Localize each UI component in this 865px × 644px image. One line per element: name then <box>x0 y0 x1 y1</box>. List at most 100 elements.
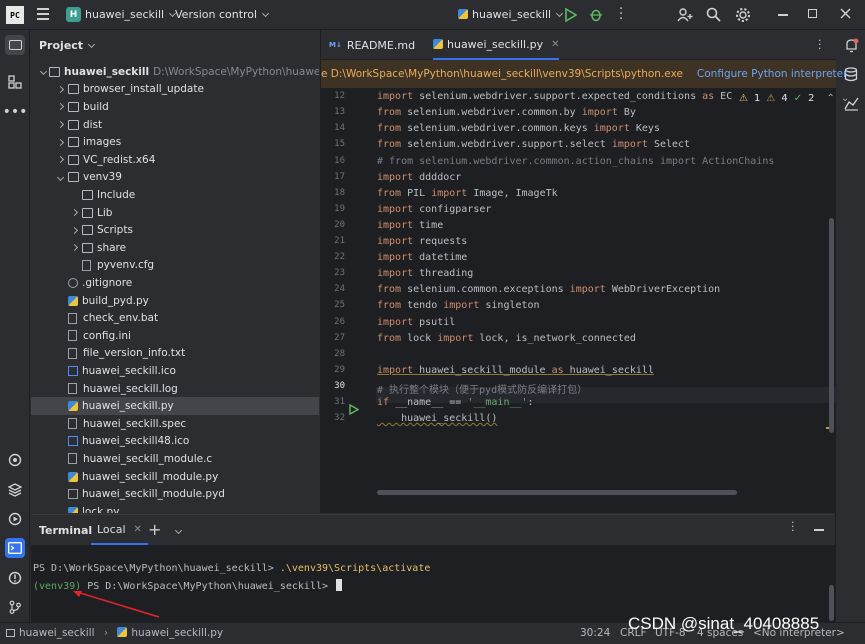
chevron-right-icon[interactable] <box>69 225 79 235</box>
code-line[interactable]: from lock import lock, is_network_connec… <box>377 333 636 344</box>
run-gutter-icon[interactable] <box>349 404 359 415</box>
code-line[interactable]: import time <box>377 220 443 231</box>
tree-item[interactable]: huawei_seckill_module.py <box>31 468 319 486</box>
debug-icon[interactable] <box>589 7 603 22</box>
code-line[interactable]: import requests <box>377 236 467 247</box>
tab-huawei-seckill-py[interactable]: huawei_seckill.py ✕ <box>433 30 560 60</box>
code-line[interactable]: # 执行整个模块（便于pyd模式防反编译打包） <box>377 381 587 396</box>
add-user-icon[interactable] <box>677 7 693 23</box>
code-line[interactable]: from PIL import Image, ImageTk <box>377 188 558 199</box>
line-number[interactable]: 12 <box>321 91 345 101</box>
line-number[interactable]: 13 <box>321 107 345 117</box>
maximize-icon[interactable] <box>808 9 817 18</box>
chevron-down-icon[interactable] <box>41 67 46 77</box>
tree-item[interactable]: huawei_seckill_module.pyd <box>31 485 319 503</box>
problems-icon[interactable] <box>5 568 25 588</box>
line-number[interactable]: 28 <box>321 349 345 359</box>
main-menu-icon[interactable] <box>37 8 49 20</box>
chevron-down-icon[interactable] <box>55 172 65 182</box>
chevron-right-icon[interactable] <box>69 208 79 218</box>
tree-item[interactable]: share <box>31 239 319 257</box>
more-tools-icon[interactable]: ••• <box>3 102 28 122</box>
close-tab-icon[interactable]: ✕ <box>551 39 559 50</box>
line-number[interactable]: 16 <box>321 156 345 166</box>
code-line[interactable]: import threading <box>377 268 473 279</box>
terminal-dropdown[interactable] <box>170 524 183 538</box>
chevron-right-icon[interactable] <box>55 102 65 112</box>
code-line[interactable]: from selenium.webdriver.common.keys impo… <box>377 123 660 134</box>
line-number[interactable]: 25 <box>321 300 345 310</box>
tree-item[interactable]: check_env.bat <box>31 309 319 327</box>
tree-item[interactable]: venv39 <box>31 169 319 187</box>
code-line[interactable]: huawei_seckill() <box>377 413 497 424</box>
new-terminal-plus-icon[interactable]: + <box>148 520 161 539</box>
editor-vertical-scrollbar[interactable] <box>829 218 834 433</box>
vcs-menu[interactable]: Version control <box>175 8 270 21</box>
tree-item[interactable]: huawei_seckill_module.c <box>31 450 319 468</box>
code-view[interactable]: 11import selenium.webdriver.support.wait… <box>321 88 829 488</box>
terminal-scrollbar[interactable] <box>829 585 834 621</box>
code-line[interactable]: import datetime <box>377 252 467 263</box>
tree-item[interactable]: huawei_seckill48.ico <box>31 433 319 451</box>
tab-readme[interactable]: M↓ README.md <box>329 30 415 60</box>
chevron-right-icon[interactable] <box>69 243 79 253</box>
inspection-widget[interactable]: ⚠ 1 ⚠ 4 ✓ 2 ⌃ ⌄ <box>739 93 849 104</box>
python-packages-icon[interactable] <box>5 450 25 470</box>
tree-item[interactable]: huawei_seckill.ico <box>31 362 319 380</box>
tree-item[interactable]: Include <box>31 186 319 204</box>
line-number[interactable]: 30 <box>321 381 345 391</box>
breadcrumb-project[interactable]: huawei_seckill <box>19 627 95 639</box>
chevron-right-icon[interactable] <box>55 137 65 147</box>
hide-terminal-icon[interactable] <box>814 529 824 531</box>
tree-item[interactable]: .gitignore <box>31 274 319 292</box>
close-terminal-tab-icon[interactable]: ✕ <box>134 524 142 535</box>
run-icon[interactable] <box>564 8 577 22</box>
code-line[interactable]: import huawei_seckill_module as huawei_s… <box>377 365 654 376</box>
settings-gear-icon[interactable] <box>735 7 751 23</box>
code-line[interactable]: from selenium.webdriver.common.by import… <box>377 107 636 118</box>
project-switcher[interactable]: huawei_seckill <box>85 8 177 21</box>
code-line[interactable]: if __name__ == '__main__': <box>377 397 534 408</box>
tree-item[interactable]: huawei_seckill.log <box>31 380 319 398</box>
tree-item[interactable]: VC_redist.x64 <box>31 151 319 169</box>
line-number[interactable]: 23 <box>321 268 345 278</box>
line-number[interactable]: 29 <box>321 365 345 375</box>
line-number[interactable]: 18 <box>321 188 345 198</box>
code-line[interactable]: from tendo import singleton <box>377 300 540 311</box>
line-number[interactable]: 24 <box>321 284 345 294</box>
line-number[interactable]: 21 <box>321 236 345 246</box>
minimize-icon[interactable] <box>778 14 788 16</box>
terminal-tab-local[interactable]: Local ✕ <box>91 515 148 545</box>
tree-item[interactable]: Lib <box>31 204 319 222</box>
line-number[interactable]: 19 <box>321 204 345 214</box>
code-line[interactable]: # from selenium.webdriver.common.action_… <box>377 156 774 167</box>
line-number[interactable]: 27 <box>321 333 345 343</box>
line-number[interactable]: 20 <box>321 220 345 230</box>
notifications-bell-icon[interactable] <box>844 38 859 53</box>
code-line[interactable]: import ddddocr <box>377 172 461 183</box>
code-line[interactable]: import configparser <box>377 204 491 215</box>
line-number[interactable]: 32 <box>321 413 345 423</box>
tree-item[interactable]: images <box>31 133 319 151</box>
line-number[interactable]: 26 <box>321 317 345 327</box>
project-panel-header[interactable]: Project <box>39 39 96 52</box>
configure-interpreter-link[interactable]: Configure Python interpreter <box>697 68 848 80</box>
terminal-options-icon[interactable]: · · · <box>791 517 795 536</box>
chevron-right-icon[interactable] <box>55 155 65 165</box>
tree-item[interactable]: dist <box>31 116 319 134</box>
tree-item[interactable]: huawei_seckill.spec <box>31 415 319 433</box>
next-problem-icon[interactable]: ⌄ <box>841 93 849 104</box>
services-run-icon[interactable] <box>5 509 25 529</box>
chevron-right-icon[interactable] <box>55 84 65 94</box>
tree-item[interactable]: file_version_info.txt <box>31 345 319 363</box>
search-icon[interactable] <box>706 7 721 22</box>
code-line[interactable]: from selenium.webdriver.support.select i… <box>377 139 690 150</box>
chevron-right-icon[interactable] <box>55 120 65 130</box>
code-line[interactable]: import selenium.webdriver.support.expect… <box>377 91 732 102</box>
tree-item[interactable]: build_pyd.py <box>31 292 319 310</box>
line-number[interactable]: 17 <box>321 172 345 182</box>
tree-item[interactable]: browser_install_update <box>31 81 319 99</box>
editor-horizontal-scrollbar[interactable] <box>377 490 737 495</box>
code-line[interactable]: from selenium.common.exceptions import W… <box>377 284 720 295</box>
line-number[interactable]: 14 <box>321 123 345 133</box>
